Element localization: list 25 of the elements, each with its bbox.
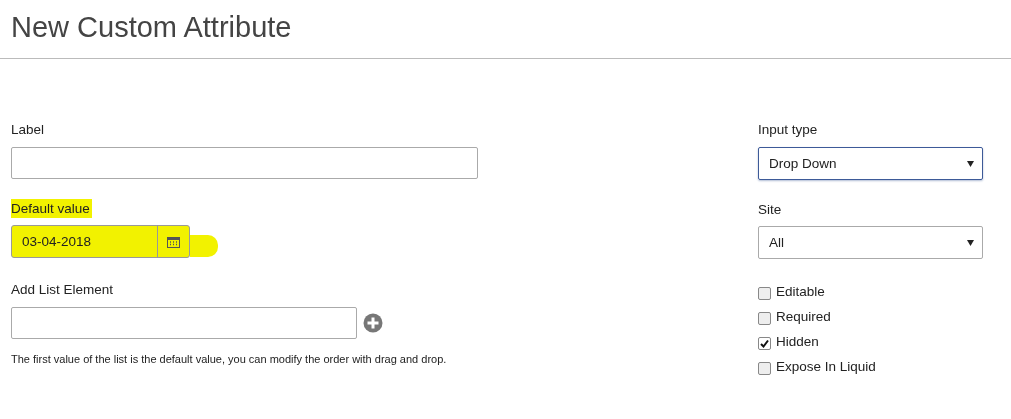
checkbox[interactable] [758, 361, 771, 375]
dropdown[interactable]: All [758, 226, 983, 259]
calendar-icon [167, 235, 180, 248]
date-field[interactable]: 03-04-2018 [11, 225, 190, 258]
field-label: Site [758, 202, 783, 218]
field-label: Default value [11, 199, 92, 218]
dropdown[interactable]: Drop Down [758, 147, 983, 180]
list-element-input[interactable] [11, 307, 357, 339]
checkbox[interactable] [758, 286, 771, 300]
field-label: Label [11, 122, 46, 138]
label-input[interactable] [11, 147, 478, 179]
page-title: New Custom Attribute [11, 10, 293, 45]
checkbox[interactable] [758, 311, 771, 325]
checkbox[interactable] [758, 336, 771, 350]
help-text: The first value of the list is the default value, you can modify the order with drag and drop. [11, 353, 448, 365]
checkbox-label: Expose In Liquid [776, 358, 876, 374]
field-label: Add List Element [11, 282, 115, 298]
checkbox-label: Hidden [776, 333, 819, 349]
checkbox-label: Required [776, 308, 831, 324]
field-label: Input type [758, 122, 819, 138]
caret-icon [967, 239, 974, 246]
checkbox-label: Editable [776, 283, 825, 299]
highlight-mark [190, 234, 218, 257]
add-icon[interactable] [363, 313, 383, 333]
caret-icon [967, 160, 974, 167]
